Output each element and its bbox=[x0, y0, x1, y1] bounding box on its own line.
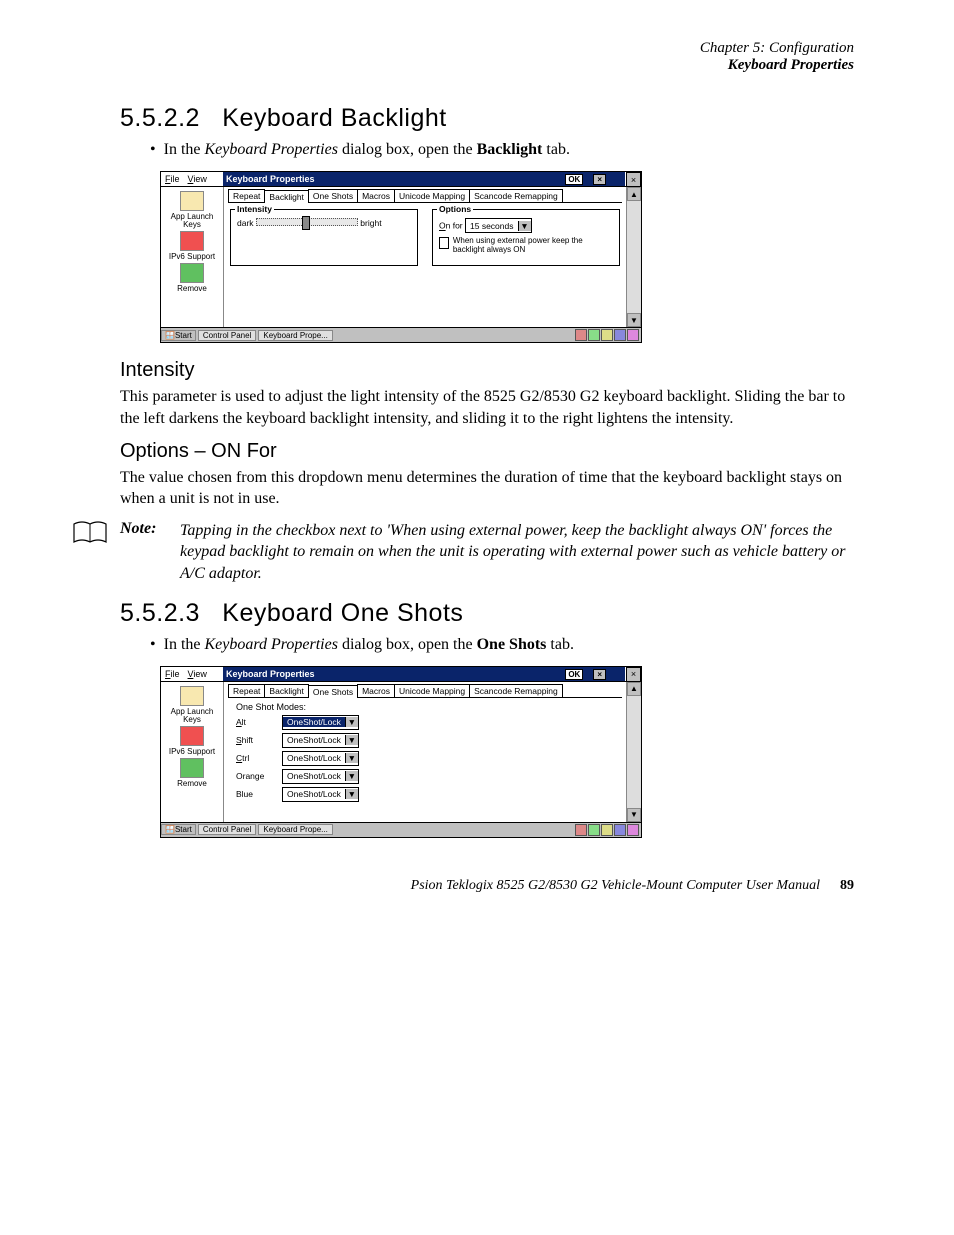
tab-unicode[interactable]: Unicode Mapping bbox=[394, 189, 470, 202]
label-orange: Orange bbox=[236, 771, 274, 781]
ok-button[interactable]: OK bbox=[565, 669, 583, 680]
screenshot-backlight: File View Keyboard Properties OK× × App … bbox=[160, 171, 642, 343]
remove-icon[interactable] bbox=[180, 263, 204, 283]
tab-strip: Repeat Backlight One Shots Macros Unicod… bbox=[228, 684, 622, 698]
tab-oneshots[interactable]: One Shots bbox=[308, 685, 358, 698]
alt-dropdown[interactable]: OneShot/Lock▼ bbox=[282, 715, 359, 730]
menu-file[interactable]: File bbox=[165, 174, 180, 184]
tray-icon[interactable] bbox=[588, 824, 600, 836]
tray-icon[interactable] bbox=[601, 824, 613, 836]
desktop-icon[interactable] bbox=[180, 191, 204, 211]
scrollbar[interactable]: ▲ ▼ bbox=[626, 682, 641, 822]
menu-file[interactable]: File bbox=[165, 669, 180, 679]
system-tray bbox=[575, 329, 641, 341]
paragraph-options-onfor: The value chosen from this dropdown menu… bbox=[120, 467, 854, 510]
task-control-panel[interactable]: Control Panel bbox=[198, 330, 256, 341]
titlebar: Keyboard Properties OK× bbox=[223, 667, 625, 681]
scroll-down-icon[interactable]: ▼ bbox=[627, 313, 641, 327]
close-icon[interactable]: × bbox=[593, 174, 606, 185]
tray-icon[interactable] bbox=[627, 824, 639, 836]
task-control-panel[interactable]: Control Panel bbox=[198, 824, 256, 835]
dialog-body: Repeat Backlight One Shots Macros Unicod… bbox=[224, 187, 626, 327]
scroll-down-icon[interactable]: ▼ bbox=[627, 808, 641, 822]
system-tray bbox=[575, 824, 641, 836]
menu-view[interactable]: View bbox=[188, 174, 207, 184]
menubar: File View Keyboard Properties OK× × bbox=[161, 667, 641, 682]
outer-close-icon[interactable]: × bbox=[626, 667, 641, 682]
label-blue: Blue bbox=[236, 789, 274, 799]
tab-strip: Repeat Backlight One Shots Macros Unicod… bbox=[228, 189, 622, 203]
tray-icon[interactable] bbox=[614, 824, 626, 836]
start-button[interactable]: 🪟Start bbox=[161, 330, 196, 341]
intensity-group: Intensity dark bright bbox=[230, 209, 418, 266]
tray-icon[interactable] bbox=[627, 329, 639, 341]
intensity-slider[interactable] bbox=[256, 218, 358, 226]
outer-close-icon[interactable]: × bbox=[626, 172, 641, 187]
label-shift: Shift bbox=[236, 735, 274, 745]
tray-icon[interactable] bbox=[588, 329, 600, 341]
subheading-intensity: Intensity bbox=[120, 359, 854, 382]
sidebar: App Launch Keys IPv6 Support Remove bbox=[161, 187, 224, 327]
oneshot-modes-label: One Shot Modes: bbox=[236, 702, 614, 712]
paragraph-intensity: This parameter is used to adjust the lig… bbox=[120, 386, 854, 429]
tray-icon[interactable] bbox=[601, 329, 613, 341]
titlebar: Keyboard Properties OK× bbox=[223, 172, 625, 186]
bullet-oneshots: • In the Keyboard Properties dialog box,… bbox=[150, 634, 854, 656]
orange-dropdown[interactable]: OneShot/Lock▼ bbox=[282, 769, 359, 784]
scroll-up-icon[interactable]: ▲ bbox=[627, 682, 641, 696]
tab-repeat[interactable]: Repeat bbox=[228, 189, 265, 202]
label-ctrl: Ctrl bbox=[236, 753, 274, 763]
subheading-options-onfor: Options – ON For bbox=[120, 440, 854, 463]
section-heading-oneshots: 5.5.2.3 Keyboard One Shots bbox=[120, 599, 854, 628]
ok-button[interactable]: OK bbox=[565, 174, 583, 185]
tab-oneshots[interactable]: One Shots bbox=[308, 189, 358, 202]
desktop-icon[interactable] bbox=[180, 686, 204, 706]
section-heading-backlight: 5.5.2.2 Keyboard Backlight bbox=[120, 104, 854, 133]
scrollbar[interactable]: ▲ ▼ bbox=[626, 187, 641, 327]
tab-repeat[interactable]: Repeat bbox=[228, 684, 265, 697]
label-alt: Alt bbox=[236, 717, 274, 727]
page-header: Chapter 5: Configuration Keyboard Proper… bbox=[120, 40, 854, 74]
header-chapter: Chapter 5: Configuration bbox=[120, 40, 854, 57]
tab-macros[interactable]: Macros bbox=[357, 189, 395, 202]
book-icon bbox=[72, 520, 108, 546]
taskbar: 🪟Start Control Panel Keyboard Prope... bbox=[161, 327, 641, 342]
tab-scancode[interactable]: Scancode Remapping bbox=[469, 189, 563, 202]
tray-icon[interactable] bbox=[614, 329, 626, 341]
options-group: Options On for 15 seconds▼ When using ex… bbox=[432, 209, 620, 266]
close-icon[interactable]: × bbox=[593, 669, 606, 680]
tab-scancode[interactable]: Scancode Remapping bbox=[469, 684, 563, 697]
page-number: 89 bbox=[840, 878, 854, 894]
tray-icon[interactable] bbox=[575, 824, 587, 836]
tab-backlight[interactable]: Backlight bbox=[264, 684, 309, 697]
tab-macros[interactable]: Macros bbox=[357, 684, 395, 697]
tab-backlight[interactable]: Backlight bbox=[264, 190, 309, 203]
bullet-backlight: • In the Keyboard Properties dialog box,… bbox=[150, 139, 854, 161]
ipv6-icon[interactable] bbox=[180, 231, 204, 251]
ipv6-icon[interactable] bbox=[180, 726, 204, 746]
taskbar: 🪟Start Control Panel Keyboard Prope... bbox=[161, 822, 641, 837]
task-keyboard-props[interactable]: Keyboard Prope... bbox=[258, 330, 332, 341]
footer-manual-title: Psion Teklogix 8525 G2/8530 G2 Vehicle-M… bbox=[411, 878, 820, 894]
blue-dropdown[interactable]: OneShot/Lock▼ bbox=[282, 787, 359, 802]
screenshot-oneshots: File View Keyboard Properties OK× × App … bbox=[160, 666, 642, 838]
note-block: Note: Tapping in the checkbox next to 'W… bbox=[60, 520, 854, 585]
dialog-body: Repeat Backlight One Shots Macros Unicod… bbox=[224, 682, 626, 822]
start-button[interactable]: 🪟Start bbox=[161, 824, 196, 835]
menubar: File View Keyboard Properties OK× × bbox=[161, 172, 641, 187]
scroll-up-icon[interactable]: ▲ bbox=[627, 187, 641, 201]
external-power-checkbox[interactable] bbox=[439, 237, 449, 249]
remove-icon[interactable] bbox=[180, 758, 204, 778]
page-footer: Psion Teklogix 8525 G2/8530 G2 Vehicle-M… bbox=[120, 878, 854, 894]
task-keyboard-props[interactable]: Keyboard Prope... bbox=[258, 824, 332, 835]
shift-dropdown[interactable]: OneShot/Lock▼ bbox=[282, 733, 359, 748]
onfor-dropdown[interactable]: 15 seconds▼ bbox=[465, 218, 531, 233]
header-subject: Keyboard Properties bbox=[120, 57, 854, 74]
tab-unicode[interactable]: Unicode Mapping bbox=[394, 684, 470, 697]
menu-view[interactable]: View bbox=[188, 669, 207, 679]
tray-icon[interactable] bbox=[575, 329, 587, 341]
sidebar: App Launch Keys IPv6 Support Remove bbox=[161, 682, 224, 822]
ctrl-dropdown[interactable]: OneShot/Lock▼ bbox=[282, 751, 359, 766]
